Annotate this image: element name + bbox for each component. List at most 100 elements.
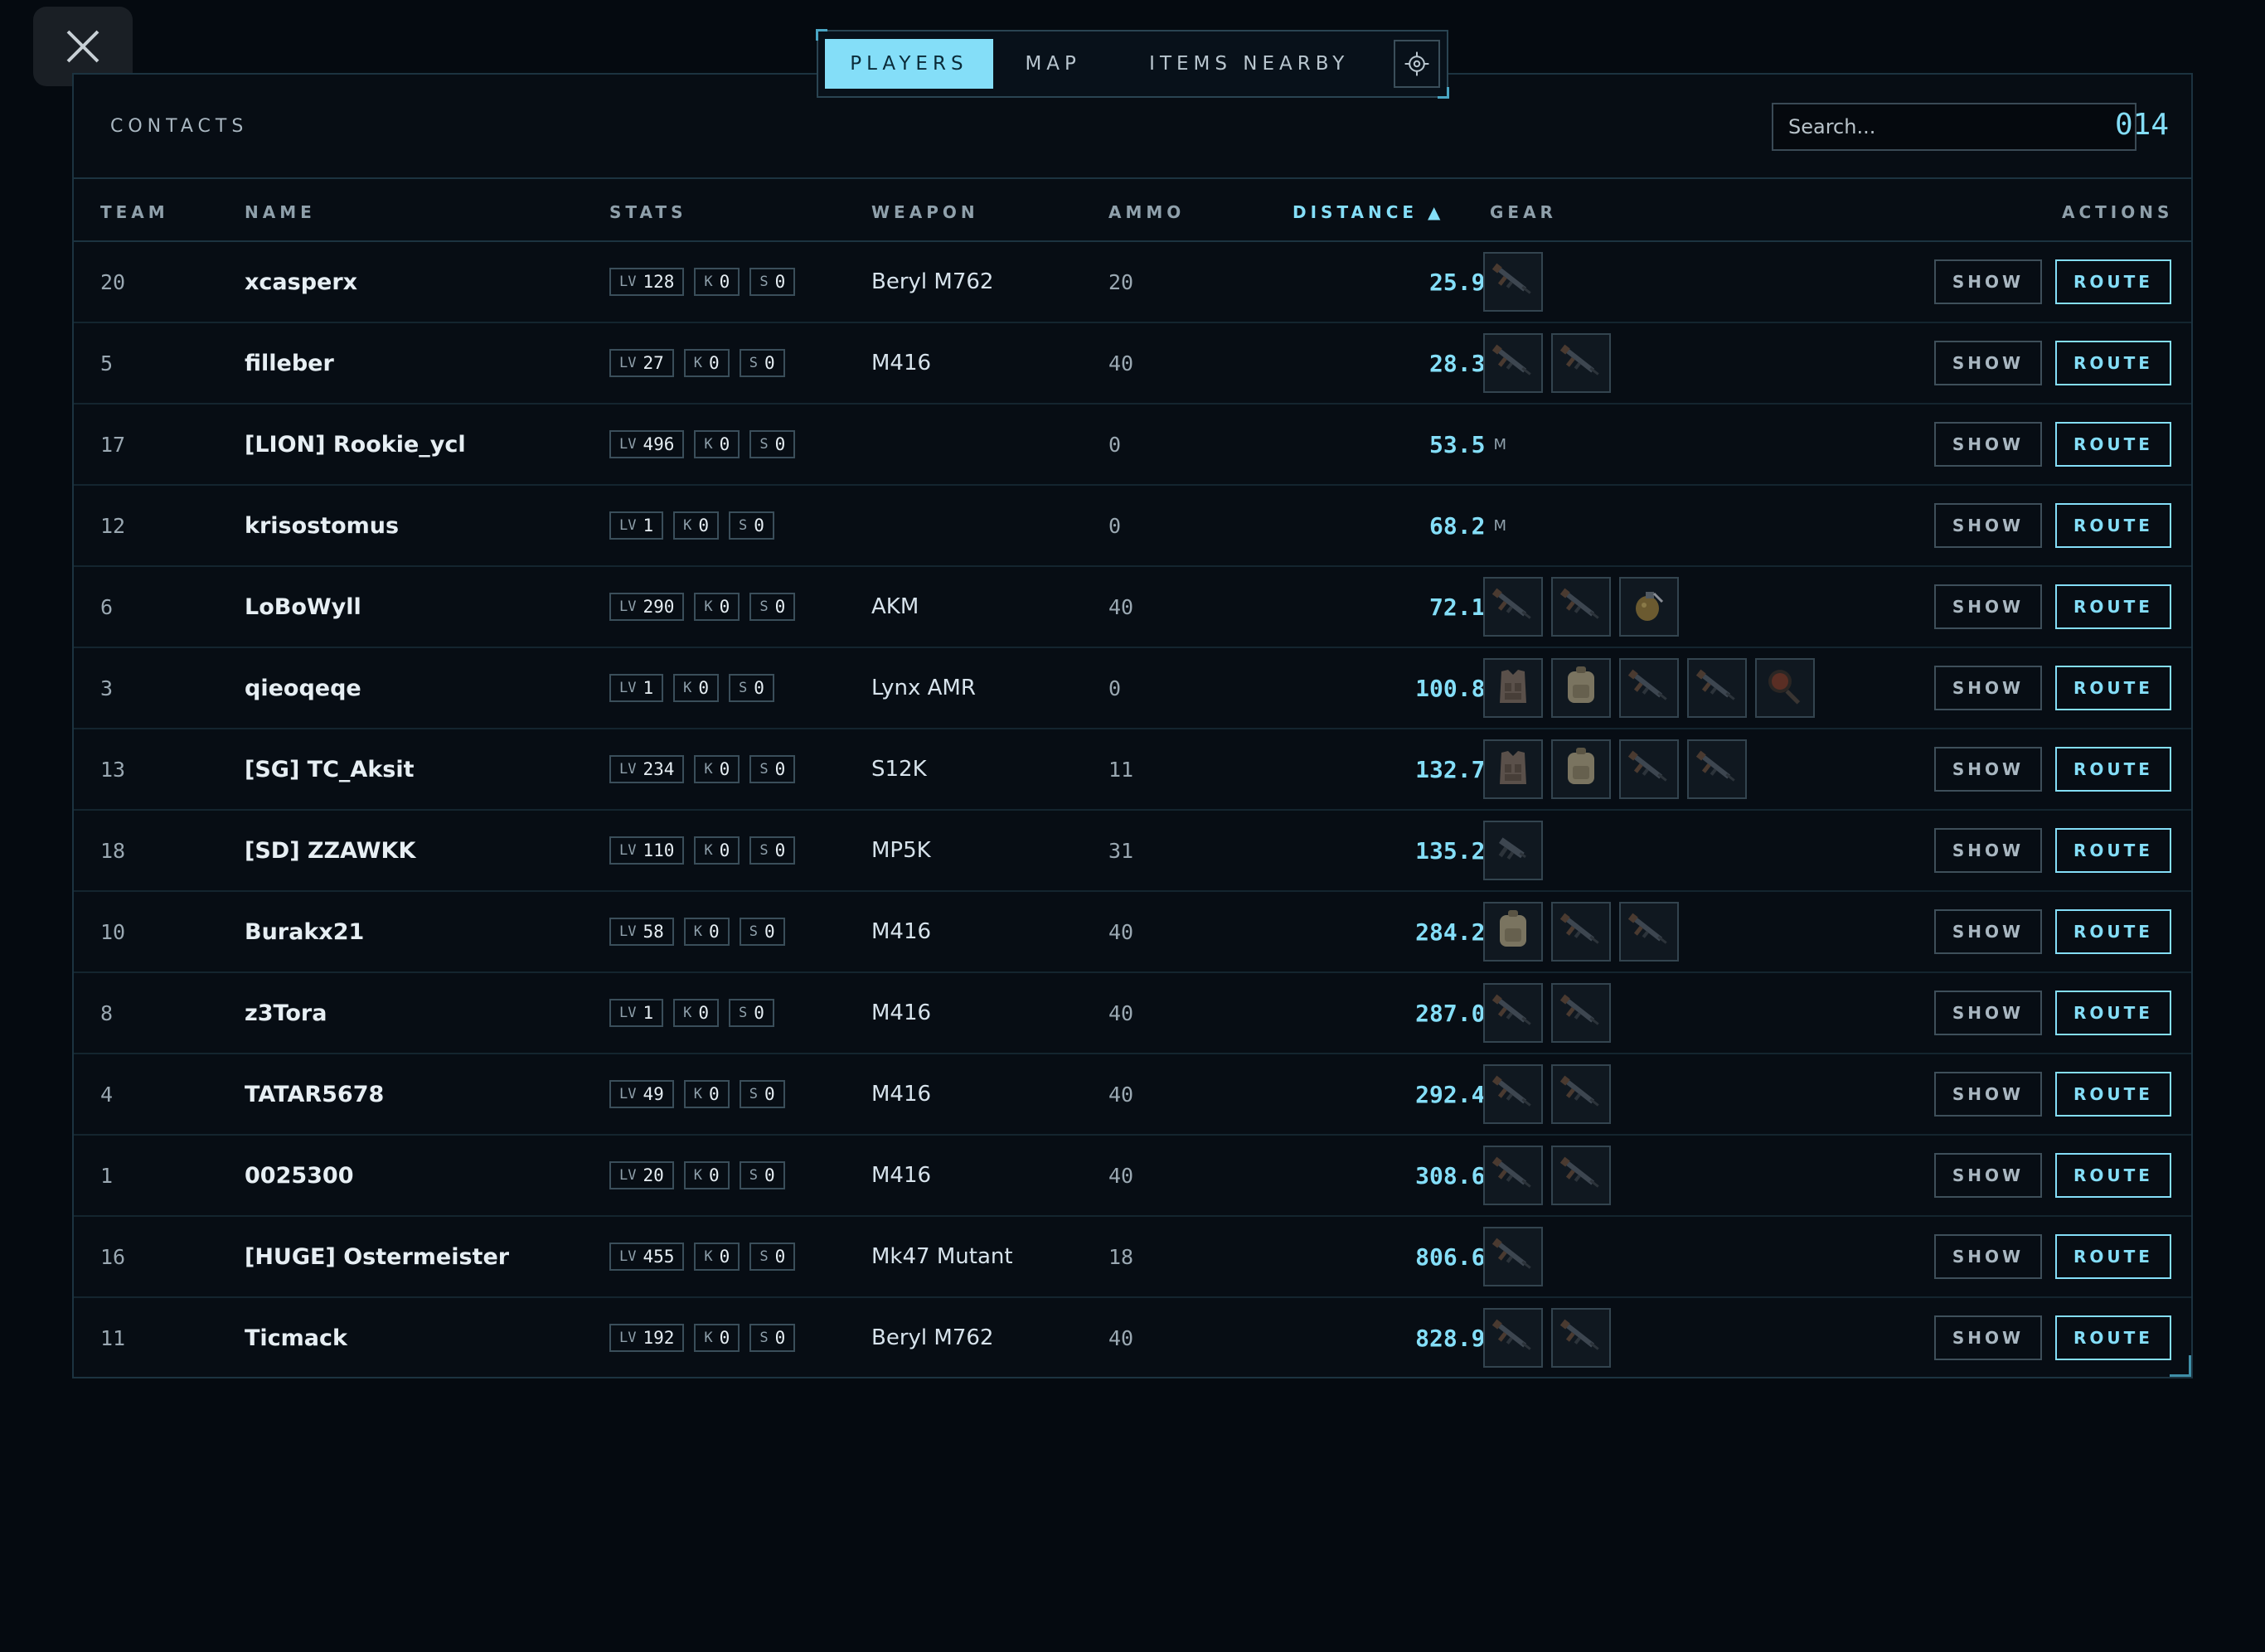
gear-slot[interactable] [1755,658,1815,718]
route-button[interactable]: ROUTE [2055,1234,2171,1279]
gear-list [1483,1136,1611,1215]
show-button[interactable]: SHOW [1934,503,2042,548]
table-row[interactable]: 17 [LION] Rookie_ycl LV 496 K 0 S 0 0 53.5 M SHOW RO… [74,405,2191,486]
gear-slot[interactable] [1483,252,1543,312]
show-button[interactable]: SHOW [1934,909,2042,954]
table-row[interactable]: 6LoBoWyllLV290K0S0AKM4072.1MSHOWROUTE [74,567,2191,648]
gear-slot[interactable] [1551,333,1611,393]
route-button[interactable]: ROUTE [2055,1072,2171,1117]
locate-button[interactable] [1393,40,1441,88]
rifle-icon [1488,1068,1538,1121]
contact-count: 014 [2114,108,2169,142]
route-button[interactable]: ROUTE [2055,666,2171,710]
gear-slot[interactable] [1687,739,1747,799]
table-row[interactable]: 20xcasperxLV128K0S0Beryl M7622025.9MSHOW… [74,242,2191,323]
gear-slot[interactable] [1483,739,1543,799]
rifle-icon [1624,743,1674,796]
table-row[interactable]: 18[SD] ZZAWKKLV110K0S0MP5K31135.2MSHOWRO… [74,811,2191,892]
gear-slot[interactable] [1483,658,1543,718]
route-button[interactable]: ROUTE [2055,747,2171,792]
column-team[interactable]: TEAM [100,202,169,222]
level-value: 49 [643,1084,664,1104]
column-ammo[interactable]: AMMO [1108,202,1185,222]
gear-slot[interactable] [1551,1064,1611,1124]
show-button[interactable]: SHOW [1934,1234,2042,1279]
route-button[interactable]: ROUTE [2055,503,2171,548]
tab-players[interactable]: PLAYERS [825,39,993,89]
route-button[interactable]: ROUTE [2055,828,2171,873]
route-button[interactable]: ROUTE [2055,909,2171,954]
gear-slot[interactable] [1551,902,1611,962]
kills-label: K [704,842,713,859]
gear-slot[interactable] [1551,739,1611,799]
level-label: LV [619,274,637,290]
distance: 100.8M [1251,648,1506,728]
gear-slot[interactable] [1619,658,1679,718]
gear-slot[interactable] [1619,739,1679,799]
distance-value: 53.5 [1429,430,1486,458]
gear-slot[interactable] [1483,983,1543,1043]
show-button[interactable]: SHOW [1934,828,2042,873]
table-row[interactable]: 10025300LV20K0S0M41640308.6MSHOWROUTE [74,1136,2191,1217]
gear-slot[interactable] [1483,1064,1543,1124]
gear-slot[interactable] [1483,821,1543,880]
show-button[interactable]: SHOW [1934,1072,2042,1117]
gear-slot[interactable] [1483,1227,1543,1286]
tab-map[interactable]: MAP [993,39,1113,89]
show-button[interactable]: SHOW [1934,341,2042,385]
table-row[interactable]: 3qieoqeqeLV1K0S0Lynx AMR0100.8MSHOWROUTE [74,648,2191,729]
squad-label: S [739,680,748,696]
column-name[interactable]: NAME [245,202,316,222]
route-button[interactable]: ROUTE [2055,422,2171,467]
gear-list [1483,811,1543,890]
gear-slot[interactable] [1483,1146,1543,1205]
gear-slot[interactable] [1483,902,1543,962]
gear-slot[interactable] [1483,577,1543,637]
table-row[interactable]: 11TicmackLV192K0S0Beryl M76240828.9MSHOW… [74,1298,2191,1379]
route-button[interactable]: ROUTE [2055,584,2171,629]
column-weapon[interactable]: WEAPON [871,202,979,222]
gear-slot[interactable] [1551,577,1611,637]
column-stats[interactable]: STATS [609,202,686,222]
gear-slot[interactable] [1551,658,1611,718]
gear-slot[interactable] [1551,1146,1611,1205]
squad-label: S [739,517,748,534]
route-button[interactable]: ROUTE [2055,991,2171,1035]
gear-slot[interactable] [1619,577,1679,637]
squad-stat: S0 [729,999,774,1027]
show-button[interactable]: SHOW [1934,1153,2042,1198]
table-row[interactable]: 10Burakx21LV58K0S0M41640284.2MSHOWROUTE [74,892,2191,973]
column-gear[interactable]: GEAR [1490,202,1557,222]
row-actions: SHOW ROUTE [1934,811,2171,890]
table-row[interactable]: 8z3ToraLV1K0S0M41640287.0MSHOWROUTE [74,973,2191,1054]
gear-slot[interactable] [1483,1308,1543,1368]
player-name: Burakx21 [245,918,365,945]
table-row[interactable]: 4TATAR5678LV49K0S0M41640292.4MSHOWROUTE [74,1054,2191,1136]
gear-slot[interactable] [1619,902,1679,962]
gear-slot[interactable] [1551,1308,1611,1368]
tab-items-nearby[interactable]: ITEMS NEARBY [1113,39,1385,89]
player-stats: LV 49 K 0 S 0 [609,1054,785,1134]
table-row[interactable]: 5filleberLV27K0S0M4164028.3MSHOWROUTE [74,323,2191,405]
show-button[interactable]: SHOW [1934,666,2042,710]
show-button[interactable]: SHOW [1934,1315,2042,1360]
route-button[interactable]: ROUTE [2055,341,2171,385]
column-distance[interactable]: DISTANCE ▲ [1293,202,1444,222]
table-row[interactable]: 13[SG] TC_AksitLV234K0S0S12K11132.7MSHOW… [74,729,2191,811]
table-row[interactable]: 16 [HUGE] Ostermeister LV 455 K 0 S 0 Mk47 Mutan… [74,1217,2191,1298]
show-button[interactable]: SHOW [1934,422,2042,467]
backpack-icon [1556,661,1606,715]
gear-slot[interactable] [1551,983,1611,1043]
table-row[interactable]: 12 krisostomus LV 1 K 0 S 0 0 68.2 M SHOW ROUTE [74,486,2191,567]
route-button[interactable]: ROUTE [2055,259,2171,304]
show-button[interactable]: SHOW [1934,584,2042,629]
gear-slot[interactable] [1483,333,1543,393]
squad-stat: S0 [739,349,785,377]
route-button[interactable]: ROUTE [2055,1153,2171,1198]
show-button[interactable]: SHOW [1934,991,2042,1035]
route-button[interactable]: ROUTE [2055,1315,2171,1360]
search-input[interactable] [1772,103,2136,151]
show-button[interactable]: SHOW [1934,259,2042,304]
show-button[interactable]: SHOW [1934,747,2042,792]
gear-slot[interactable] [1687,658,1747,718]
